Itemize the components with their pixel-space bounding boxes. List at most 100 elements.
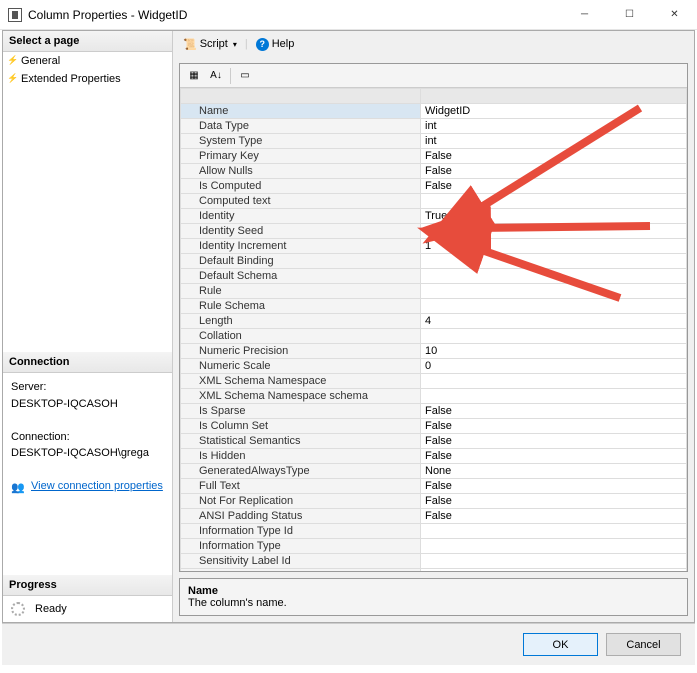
property-row[interactable]: Allow NullsFalse bbox=[181, 164, 687, 179]
property-label: Information Type Id bbox=[181, 524, 421, 539]
property-row[interactable]: Is HiddenFalse bbox=[181, 449, 687, 464]
view-connection-properties-link[interactable]: View connection properties bbox=[31, 480, 163, 492]
property-row[interactable]: XML Schema Namespace bbox=[181, 374, 687, 389]
property-row[interactable]: Numeric Precision10 bbox=[181, 344, 687, 359]
property-value[interactable] bbox=[421, 269, 687, 284]
people-icon bbox=[11, 480, 27, 492]
property-value[interactable]: False bbox=[421, 449, 687, 464]
property-value[interactable]: False bbox=[421, 479, 687, 494]
property-row[interactable]: Is SparseFalse bbox=[181, 404, 687, 419]
minimize-button[interactable]: ─ bbox=[562, 0, 607, 30]
property-row[interactable]: Sensitivity Label Id bbox=[181, 554, 687, 569]
property-row[interactable]: Is Column SetFalse bbox=[181, 419, 687, 434]
dialog-footer: OK Cancel bbox=[2, 623, 695, 665]
property-value[interactable]: 1 bbox=[421, 239, 687, 254]
property-row[interactable]: Default Binding bbox=[181, 254, 687, 269]
property-label: Numeric Precision bbox=[181, 344, 421, 359]
property-row[interactable]: Information Type bbox=[181, 539, 687, 554]
property-value[interactable]: int bbox=[421, 134, 687, 149]
property-value[interactable] bbox=[421, 554, 687, 569]
close-button[interactable]: ✕ bbox=[652, 0, 697, 30]
property-row[interactable]: Statistical SemanticsFalse bbox=[181, 434, 687, 449]
property-row[interactable]: Data Typeint bbox=[181, 119, 687, 134]
property-value[interactable]: True bbox=[421, 209, 687, 224]
property-label: Primary Key bbox=[181, 149, 421, 164]
property-value[interactable] bbox=[421, 374, 687, 389]
property-row[interactable]: Identity Seed1 bbox=[181, 224, 687, 239]
property-value[interactable]: 4 bbox=[421, 314, 687, 329]
description-panel: Name The column's name. bbox=[179, 578, 688, 616]
property-value[interactable] bbox=[421, 329, 687, 344]
property-row[interactable]: Numeric Scale0 bbox=[181, 359, 687, 374]
property-grid[interactable]: NameWidgetIDData TypeintSystem TypeintPr… bbox=[180, 88, 687, 571]
property-row[interactable]: Collation bbox=[181, 329, 687, 344]
property-value[interactable] bbox=[421, 194, 687, 209]
property-row[interactable]: Is ComputedFalse bbox=[181, 179, 687, 194]
property-label: XML Schema Namespace bbox=[181, 374, 421, 389]
progress-header: Progress bbox=[3, 575, 172, 596]
property-row[interactable]: GeneratedAlwaysTypeNone bbox=[181, 464, 687, 479]
property-row[interactable]: IdentityTrue bbox=[181, 209, 687, 224]
property-row[interactable]: Length4 bbox=[181, 314, 687, 329]
property-row[interactable]: Default Schema bbox=[181, 269, 687, 284]
connection-header: Connection bbox=[3, 352, 172, 373]
property-value[interactable]: False bbox=[421, 509, 687, 524]
grid-toolbar: ▦ A↓ ▭ bbox=[180, 64, 687, 88]
property-value[interactable] bbox=[421, 539, 687, 554]
cancel-button[interactable]: Cancel bbox=[606, 633, 681, 656]
property-row[interactable]: Rule Schema bbox=[181, 299, 687, 314]
ok-button[interactable]: OK bbox=[523, 633, 598, 656]
property-value[interactable]: 0 bbox=[421, 359, 687, 374]
property-row[interactable]: Information Type Id bbox=[181, 524, 687, 539]
property-row[interactable]: Sensitivity Label bbox=[181, 569, 687, 572]
expand-button[interactable]: ▭ bbox=[235, 67, 255, 85]
property-row[interactable]: Full TextFalse bbox=[181, 479, 687, 494]
property-row[interactable]: Computed text bbox=[181, 194, 687, 209]
property-value[interactable] bbox=[421, 389, 687, 404]
property-row[interactable]: Identity Increment1 bbox=[181, 239, 687, 254]
property-value[interactable]: None bbox=[421, 464, 687, 479]
property-row[interactable]: System Typeint bbox=[181, 134, 687, 149]
property-label: Rule Schema bbox=[181, 299, 421, 314]
property-value[interactable]: False bbox=[421, 494, 687, 509]
nav-general[interactable]: General bbox=[3, 52, 172, 70]
property-row[interactable]: Rule bbox=[181, 284, 687, 299]
property-value[interactable]: False bbox=[421, 404, 687, 419]
description-title: Name bbox=[188, 585, 679, 597]
property-label: Is Hidden bbox=[181, 449, 421, 464]
property-label: GeneratedAlwaysType bbox=[181, 464, 421, 479]
property-value[interactable]: False bbox=[421, 434, 687, 449]
property-label: Identity Seed bbox=[181, 224, 421, 239]
app-icon bbox=[8, 8, 22, 22]
property-value[interactable]: False bbox=[421, 179, 687, 194]
categorized-button[interactable]: ▦ bbox=[184, 67, 204, 85]
property-value[interactable] bbox=[421, 254, 687, 269]
property-value[interactable]: False bbox=[421, 149, 687, 164]
property-value[interactable]: 1 bbox=[421, 224, 687, 239]
property-label: Sensitivity Label Id bbox=[181, 554, 421, 569]
property-value[interactable] bbox=[421, 524, 687, 539]
alphabetical-button[interactable]: A↓ bbox=[206, 67, 226, 85]
property-value[interactable] bbox=[421, 299, 687, 314]
property-value[interactable] bbox=[421, 569, 687, 572]
property-value[interactable]: False bbox=[421, 164, 687, 179]
help-button[interactable]: ?Help bbox=[252, 36, 299, 53]
property-label: Not For Replication bbox=[181, 494, 421, 509]
property-value[interactable]: 10 bbox=[421, 344, 687, 359]
property-label: Default Schema bbox=[181, 269, 421, 284]
property-value[interactable]: WidgetID bbox=[421, 104, 687, 119]
property-row[interactable]: Not For ReplicationFalse bbox=[181, 494, 687, 509]
property-label: Information Type bbox=[181, 539, 421, 554]
property-value[interactable]: int bbox=[421, 119, 687, 134]
property-label: Computed text bbox=[181, 194, 421, 209]
script-button[interactable]: 📜Script bbox=[179, 36, 241, 53]
property-row[interactable]: XML Schema Namespace schema bbox=[181, 389, 687, 404]
property-row[interactable]: NameWidgetID bbox=[181, 104, 687, 119]
nav-extended-properties[interactable]: Extended Properties bbox=[3, 70, 172, 88]
property-value[interactable]: False bbox=[421, 419, 687, 434]
property-row[interactable]: ANSI Padding StatusFalse bbox=[181, 509, 687, 524]
property-row[interactable]: Primary KeyFalse bbox=[181, 149, 687, 164]
server-value: DESKTOP-IQCASOH bbox=[11, 396, 164, 413]
maximize-button[interactable]: ☐ bbox=[607, 0, 652, 30]
property-value[interactable] bbox=[421, 284, 687, 299]
